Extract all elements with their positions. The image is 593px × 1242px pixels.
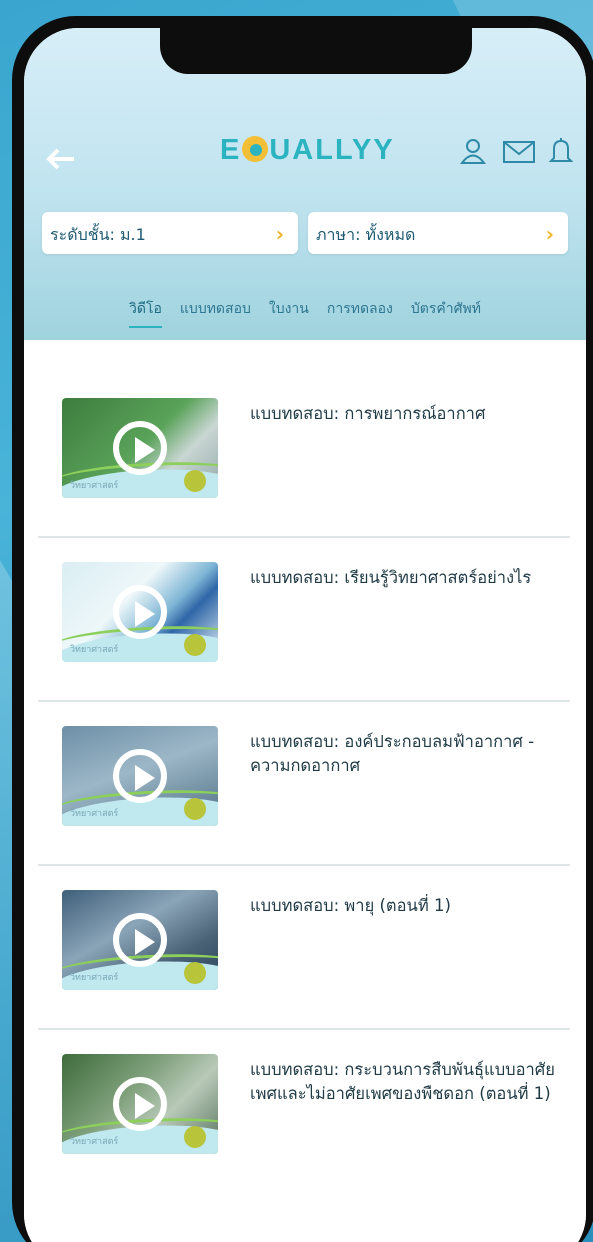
video-thumbnail: วิทยาศาสตร์ (62, 726, 218, 826)
logo-text-right: UALLYY (269, 134, 395, 166)
list-item[interactable]: วิทยาศาสตร์ แบบทดสอบ: องค์ประกอบลมฟ้าอาก… (38, 680, 568, 844)
video-list: วิทยาศาสตร์ แบบทดสอบ: การพยากรณ์อากาศ วิ… (24, 352, 586, 1242)
item-title: แบบทดสอบ: กระบวนการสืบพันธุ์แบบอาศัยเพศแ… (250, 1060, 555, 1103)
item-title: แบบทดสอบ: พายุ (ตอนที่ 1) (250, 896, 451, 915)
thumbnail-tag: วิทยาศาสตร์ (70, 1137, 119, 1147)
play-icon[interactable] (113, 749, 167, 803)
list-item[interactable]: วิทยาศาสตร์ แบบทดสอบ: กระบวนการสืบพันธุ์… (38, 1008, 568, 1172)
play-icon[interactable] (113, 913, 167, 967)
list-item[interactable]: วิทยาศาสตร์ แบบทดสอบ: เรียนรู้วิทยาศาสตร… (38, 516, 568, 680)
item-title: แบบทดสอบ: เรียนรู้วิทยาศาสตร์อย่างไร (250, 568, 532, 587)
thumbnail-badge (184, 962, 206, 984)
language-selector[interactable]: ภาษา: ทั้งหมด › (308, 212, 568, 254)
content-tabs: วิดีโอ แบบทดสอบ ใบงาน การทดลอง บัตรคำศัพ… (24, 298, 586, 328)
list-item[interactable]: วิทยาศาสตร์ แบบทดสอบ: พายุ (ตอนที่ 1) (38, 844, 568, 1008)
level-selector[interactable]: ระดับชั้น: ม.1 › (42, 212, 298, 254)
app-logo: E UALLYY (220, 134, 395, 167)
language-selector-label: ภาษา: ทั้งหมด (316, 225, 416, 244)
user-icon[interactable] (458, 136, 488, 166)
play-icon[interactable] (113, 421, 167, 475)
list-item[interactable]: วิทยาศาสตร์ แบบทดสอบ: การพยากรณ์อากาศ (38, 352, 568, 516)
tab-quiz[interactable]: แบบทดสอบ (180, 298, 251, 328)
tab-flashcards[interactable]: บัตรคำศัพท์ (411, 298, 481, 328)
item-title: แบบทดสอบ: การพยากรณ์อากาศ (250, 404, 486, 423)
thumbnail-tag: วิทยาศาสตร์ (70, 481, 119, 491)
video-thumbnail: วิทยาศาสตร์ (62, 398, 218, 498)
mail-icon[interactable] (502, 136, 535, 166)
play-icon[interactable] (113, 585, 167, 639)
logo-mark-icon (242, 136, 269, 162)
thumbnail-tag: วิทยาศาสตร์ (70, 973, 119, 983)
thumbnail-badge (184, 798, 206, 820)
header-icons (458, 136, 576, 166)
tab-experiment[interactable]: การทดลอง (327, 298, 393, 328)
back-arrow-icon[interactable] (42, 144, 78, 174)
thumbnail-badge (184, 634, 206, 656)
phone-frame: E UALLYY ระดับชั้น: ม.1 › ภาษา: ทั้งหมด … (12, 16, 593, 1242)
video-thumbnail: วิทยาศาสตร์ (62, 890, 218, 990)
chevron-right-icon: › (545, 222, 554, 246)
thumbnail-tag: วิทยาศาสตร์ (70, 809, 119, 819)
tab-video[interactable]: วิดีโอ (129, 298, 162, 328)
bell-icon[interactable] (546, 136, 576, 166)
app-header: E UALLYY ระดับชั้น: ม.1 › ภาษา: ทั้งหมด … (24, 28, 586, 340)
video-thumbnail: วิทยาศาสตร์ (62, 1054, 218, 1154)
thumbnail-tag: วิทยาศาสตร์ (70, 645, 119, 655)
tab-worksheet[interactable]: ใบงาน (269, 298, 309, 328)
play-icon[interactable] (113, 1077, 167, 1131)
video-thumbnail: วิทยาศาสตร์ (62, 562, 218, 662)
logo-text-left: E (220, 134, 242, 166)
chevron-right-icon: › (275, 222, 284, 246)
thumbnail-badge (184, 470, 206, 492)
thumbnail-badge (184, 1126, 206, 1148)
item-title: แบบทดสอบ: องค์ประกอบลมฟ้าอากาศ - ความกดอ… (250, 732, 535, 775)
phone-notch (160, 28, 472, 74)
app-screen: E UALLYY ระดับชั้น: ม.1 › ภาษา: ทั้งหมด … (24, 28, 586, 1242)
level-selector-label: ระดับชั้น: ม.1 (50, 225, 146, 244)
